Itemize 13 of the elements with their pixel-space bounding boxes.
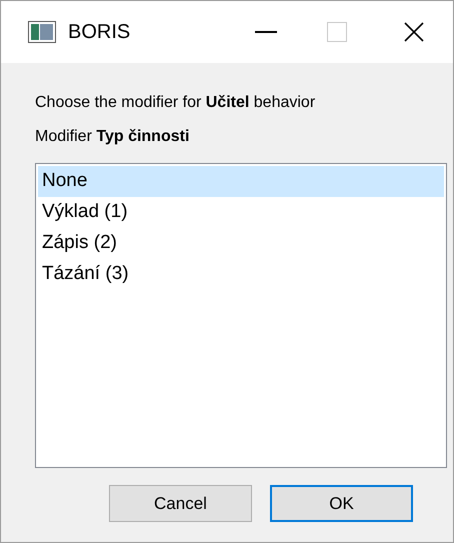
- list-item[interactable]: Tázání (3): [38, 259, 444, 290]
- list-item[interactable]: Zápis (2): [38, 228, 444, 259]
- prompt-text: Choose the modifier for Učitel behavior: [35, 93, 316, 113]
- minimize-icon: [255, 31, 277, 33]
- ok-button[interactable]: OK: [270, 485, 413, 522]
- app-icon: [28, 21, 56, 43]
- cancel-button[interactable]: Cancel: [109, 485, 252, 522]
- window-title: BORIS: [68, 20, 130, 45]
- list-item[interactable]: Výklad (1): [38, 197, 444, 228]
- maximize-icon: [327, 22, 347, 42]
- close-icon: [404, 22, 424, 42]
- list-item[interactable]: None: [38, 166, 444, 197]
- modifier-label: Modifier Typ činnosti: [35, 127, 190, 147]
